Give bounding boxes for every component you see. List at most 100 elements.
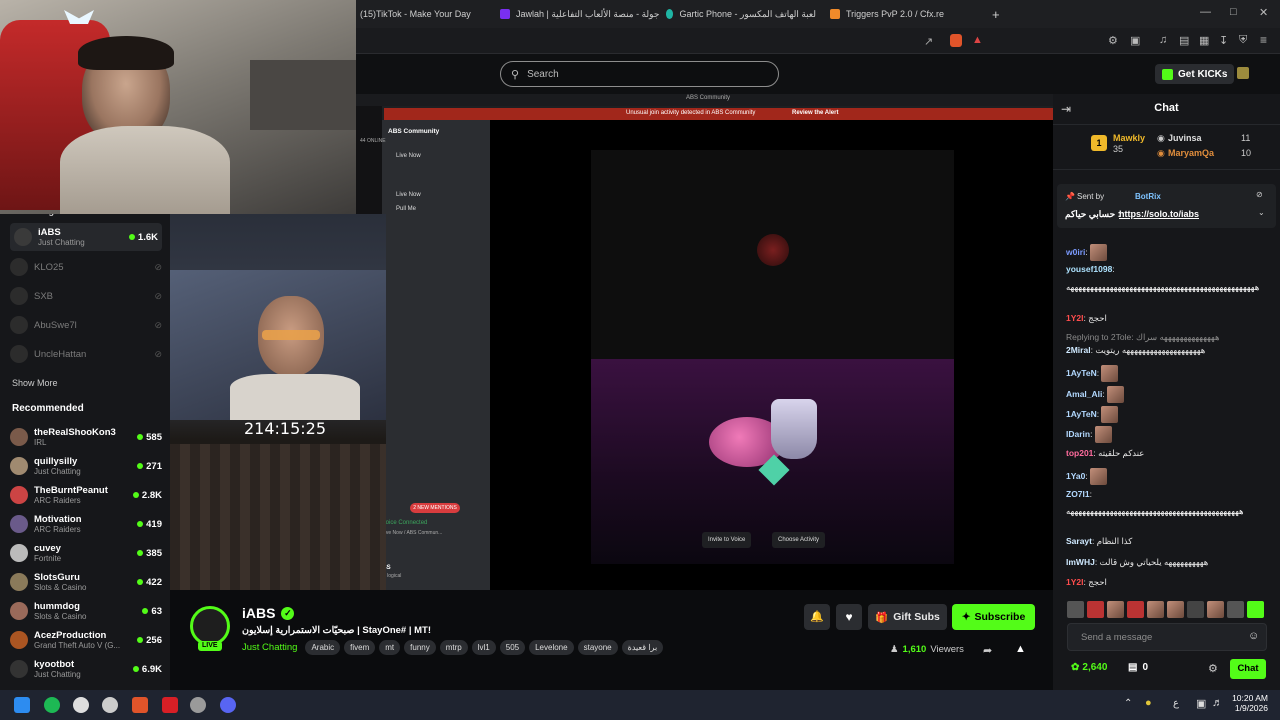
microphone-icon[interactable]: ● [1145,697,1152,709]
close-window-icon[interactable]: ✕ [1259,6,1268,19]
send-chat-button[interactable]: Chat [1230,659,1266,679]
unpin-icon[interactable]: ⊘ [1256,190,1263,199]
emote-icon[interactable] [1107,601,1124,618]
sidebar-item-recommended[interactable]: theRealShooKon3 IRL 585 [10,423,162,451]
brave-shield-icon[interactable] [950,34,962,47]
tab-jawlah[interactable]: Jawlah | جولة - منصة الألعاب التفاعلية [500,4,660,24]
netflix-icon[interactable] [162,697,178,713]
chat-username[interactable]: yousef1098 [1066,264,1112,274]
category-link[interactable]: Just Chatting [242,642,297,653]
brave-browser-icon[interactable] [132,697,148,713]
discord-icon[interactable] [220,697,236,713]
voice-channel-live-now[interactable]: Live Now [396,153,421,159]
new-mentions-badge[interactable]: 2 NEW MENTIONS [410,503,460,513]
emote-icon[interactable] [1207,601,1224,618]
emote-icon[interactable] [1067,601,1084,618]
search-input[interactable]: ⚲ Search [500,61,779,87]
chat-username[interactable]: ZO7I1 [1066,489,1090,499]
minimize-icon[interactable]: — [1200,6,1211,18]
share-icon[interactable]: ➦ [983,644,992,657]
sidebar-item-recommended[interactable]: hummdog Slots & Casino 63 [10,597,162,625]
choose-activity-button[interactable]: Choose Activity [772,532,826,548]
chat-username[interactable]: Amal_Ali [1066,389,1102,399]
tag[interactable]: Arabic [305,640,341,655]
emote-icon[interactable] [1087,601,1104,618]
tab-gartic[interactable]: Gartic Phone - لعبة الهاتف المكسور [666,4,816,24]
sidebar-toggle-icon[interactable]: ▤ [1179,34,1189,47]
chat-username[interactable]: 2Miral [1066,345,1091,355]
emote-icon[interactable] [1127,601,1144,618]
drops-counter[interactable]: ▤ 0 [1128,662,1148,673]
emote-icon[interactable] [1147,601,1164,618]
report-icon[interactable]: ▲ [1015,643,1026,655]
sidebar-item-klo25[interactable]: KLO25 ⊘ [10,253,162,281]
emote-icon[interactable] [1167,601,1184,618]
gift-icon[interactable] [1237,67,1249,79]
chat-username[interactable]: 1AyTeN [1066,409,1097,419]
get-kicks-button[interactable]: Get KICKs [1155,64,1235,84]
voice-channel-pull-me[interactable]: Pull Me [396,206,416,212]
notification-bell-icon[interactable]: 🔔 [804,604,830,630]
tag[interactable]: 505 [499,640,526,655]
channel-points[interactable]: ✿ 2,640 [1071,662,1107,673]
volume-icon[interactable]: ♬ [1212,697,1223,709]
show-more-link[interactable]: Show More [12,378,58,388]
invite-to-voice-button[interactable]: Invite to Voice [702,532,752,548]
sidebar-item-recommended[interactable]: cuvey Fortnite 385 [10,539,162,567]
sidebar-item-abuswe7l[interactable]: AbuSwe7l ⊘ [10,311,162,339]
emote-icon[interactable] [1187,601,1204,618]
tag[interactable]: Levelone [529,640,574,655]
screenshot-icon[interactable]: ▣ [1130,34,1140,47]
follow-heart-icon[interactable]: ♥ [836,604,862,630]
obs-icon[interactable] [73,697,89,713]
emote-icon[interactable] [1247,601,1264,618]
app-icon[interactable] [190,697,206,713]
chevron-down-icon[interactable]: ⌄ [1258,208,1265,217]
chat-username[interactable]: top201 [1066,448,1093,458]
subscribe-button[interactable]: ✦ Subscribe [952,604,1035,630]
steam-icon[interactable] [102,697,118,713]
tag[interactable]: fivem [344,640,376,655]
new-tab-button[interactable]: + [992,4,1004,24]
music-icon[interactable]: ♫ [1159,34,1167,46]
tag[interactable]: stayone [577,640,618,655]
chat-username[interactable]: Sarayt [1066,536,1092,546]
extensions-icon[interactable]: ⚙ [1108,34,1118,47]
tag[interactable]: برا قعيدة [621,640,664,655]
spotify-icon[interactable] [44,697,60,713]
tab-triggers[interactable]: Triggers PvP 2.0 / Cfx.re [830,4,980,24]
tab-tiktok[interactable]: (15)TikTok - Make Your Day [360,4,490,24]
chat-username[interactable]: ImWHJ [1066,557,1095,567]
sidebar-item-unclehattan[interactable]: UncleHattan ⊘ [10,340,162,368]
download-icon[interactable]: ↧ [1219,34,1228,47]
chat-username[interactable]: 1Ya0 [1066,471,1085,481]
chat-settings-icon[interactable]: ⚙ [1208,662,1218,675]
sidebar-item-recommended[interactable]: TheBurntPeanut ARC Raiders 2.8K [10,481,162,509]
tag[interactable]: mtrp [439,640,468,655]
shield-icon[interactable]: ⛨ [1239,34,1247,47]
channel-name-heading[interactable]: iABS [242,605,275,621]
emoji-icon[interactable]: ☺ [1248,630,1259,642]
chat-username[interactable]: 1Y2I [1066,313,1084,323]
clock[interactable]: 10:20 AM 1/9/2026 [1228,693,1268,713]
gift-subs-button[interactable]: 🎁 Gift Subs [868,604,947,630]
menu-icon[interactable]: ≡ [1260,33,1267,47]
tag[interactable]: funny [404,640,436,655]
sidebar-item-recommended[interactable]: AcezProduction Grand Theft Auto V (G... 25… [10,626,162,654]
input-language[interactable]: ع [1173,698,1179,709]
chat-username[interactable]: 1AyTeN [1066,368,1097,378]
stream-video[interactable]: ABS Community Unusual join activity dete… [356,94,1053,590]
brave-rewards-icon[interactable]: ▲ [972,34,983,46]
chat-username[interactable]: IDarin [1066,429,1090,439]
sidebar-item-recommended[interactable]: SlotsGuru Slots & Casino 422 [10,568,162,596]
sidebar-item-recommended[interactable]: Motivation ARC Raiders 419 [10,510,162,538]
wallet-icon[interactable]: ▦ [1199,34,1209,47]
windows-start-icon[interactable] [14,697,30,713]
sidebar-item-sxb[interactable]: SXB ⊘ [10,282,162,310]
chat-username[interactable]: w0iri [1066,247,1085,257]
chat-username[interactable]: 1Y2I [1066,577,1084,587]
pinned-link[interactable]: https://solo.to/iabs [1119,209,1199,219]
voice-channel-live-now-2[interactable]: Live Now [396,192,421,198]
tag[interactable]: lvl1 [471,640,496,655]
chat-input[interactable]: Send a message ☺ [1067,623,1267,651]
